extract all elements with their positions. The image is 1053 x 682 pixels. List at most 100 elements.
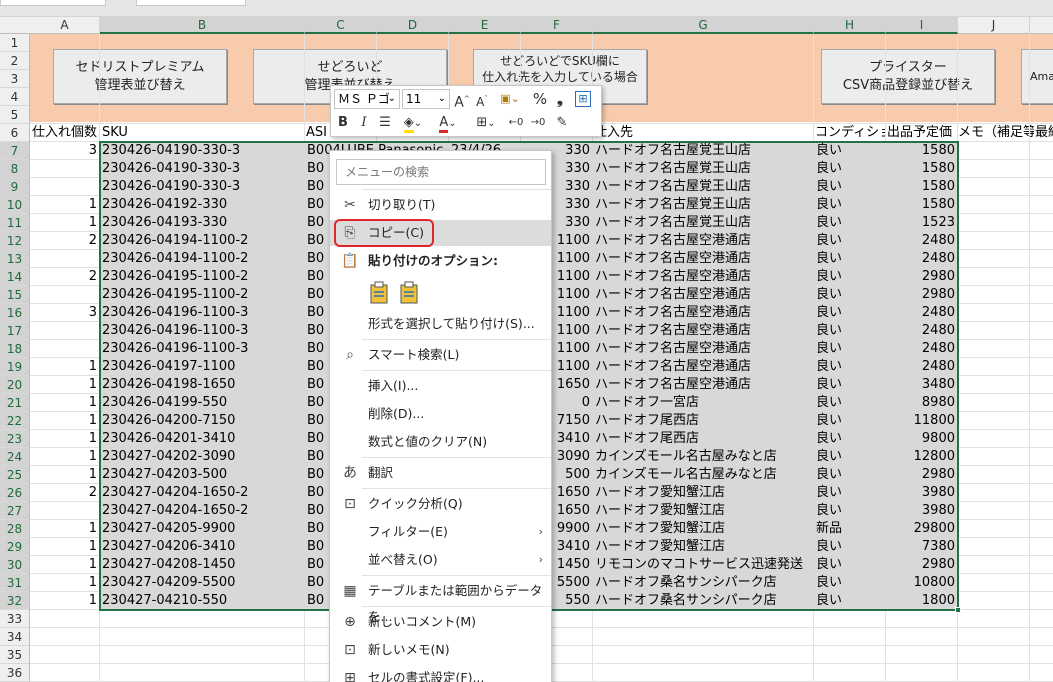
cell-list-price[interactable]: 10800 [886, 574, 958, 592]
cell-list-price[interactable]: 1580 [886, 196, 958, 214]
menu-smart-lookup[interactable]: ⌕ スマート検索(L) [330, 342, 551, 368]
macro-button-pricester[interactable]: プライスター CSV商品登録並び替え [821, 49, 995, 104]
cell-sku[interactable]: 230426-04198-1650 [100, 376, 305, 394]
cell-supplier[interactable]: ハードオフ桑名サンシパーク店 [593, 574, 814, 592]
cell-list-price[interactable]: 29800 [886, 520, 958, 538]
row-header[interactable]: 3 [0, 70, 29, 88]
cell-quantity[interactable]: 1 [30, 430, 100, 448]
cell-list-price[interactable]: 2480 [886, 340, 958, 358]
cell-quantity[interactable] [30, 160, 100, 178]
row-header[interactable]: 15 [0, 286, 29, 304]
cell-sku[interactable]: 230426-04199-550 [100, 394, 305, 412]
cell-supplier[interactable]: ハードオフ愛知蟹江店 [593, 520, 814, 538]
header-cell-sku[interactable]: SKU [102, 124, 302, 142]
cell-quantity[interactable]: 1 [30, 376, 100, 394]
align-center-icon[interactable]: ☰ [376, 113, 394, 133]
cell-list-price[interactable]: 2980 [886, 268, 958, 286]
cell-list-price[interactable]: 2480 [886, 250, 958, 268]
row-header[interactable]: 16 [0, 304, 29, 322]
row-header[interactable]: 4 [0, 88, 29, 106]
row-header[interactable]: 25 [0, 466, 29, 484]
cell-sku[interactable]: 230426-04193-330 [100, 214, 305, 232]
row-header[interactable]: 21 [0, 394, 29, 412]
header-cell-quantity[interactable]: 仕入れ個数 [32, 124, 100, 142]
paste-values-icon[interactable] [398, 281, 420, 305]
cell-sku[interactable]: 230426-04196-1100-3 [100, 340, 305, 358]
cell-condition[interactable]: 良い [814, 412, 886, 430]
row-header[interactable]: 2 [0, 52, 29, 70]
font-name-combo[interactable]: ＭＳ Ｐゴ ⌄ [334, 89, 400, 109]
italic-button[interactable]: I [355, 113, 373, 133]
cell-sku[interactable]: 230427-04206-3410 [100, 538, 305, 556]
cell-supplier[interactable]: ハードオフ名古屋空港通店 [593, 286, 814, 304]
decrease-decimal-icon[interactable]: →0 [529, 113, 547, 133]
menu-format-cells[interactable]: ⊞ セルの書式設定(F)... [330, 665, 551, 682]
row-header[interactable]: 18 [0, 340, 29, 358]
cell-condition[interactable]: 良い [814, 322, 886, 340]
row-header[interactable]: 9 [0, 178, 29, 196]
row-header[interactable]: 19 [0, 358, 29, 376]
cell-quantity[interactable] [30, 322, 100, 340]
cell-condition[interactable]: 良い [814, 574, 886, 592]
header-cell-condition[interactable]: コンディション [815, 124, 885, 142]
bold-button[interactable]: B [334, 113, 352, 133]
fill-color-icon[interactable]: ◈⌄ [397, 113, 429, 133]
cell-list-price[interactable]: 7380 [886, 538, 958, 556]
cell-supplier[interactable]: ハードオフ愛知蟹江店 [593, 538, 814, 556]
cell-sku[interactable]: 230426-04192-330 [100, 196, 305, 214]
row-header[interactable]: 5 [0, 106, 29, 124]
cell-condition[interactable]: 良い [814, 196, 886, 214]
cell-supplier[interactable]: ハードオフ名古屋空港通店 [593, 358, 814, 376]
comma-style-icon[interactable]: ❟ [551, 89, 569, 109]
column-header-j[interactable]: J [958, 17, 1030, 34]
cell-condition[interactable]: 良い [814, 178, 886, 196]
cell-condition[interactable]: 良い [814, 448, 886, 466]
macro-button-sedolist[interactable]: セドリストプレミアム 管理表並び替え [53, 49, 227, 104]
cell-list-price[interactable]: 9800 [886, 430, 958, 448]
cell-quantity[interactable]: 2 [30, 484, 100, 502]
cell-quantity[interactable]: 3 [30, 142, 100, 160]
column-header-b[interactable]: B [100, 17, 305, 34]
cell-supplier[interactable]: ハードオフ桑名サンシパーク店 [593, 592, 814, 610]
row-header[interactable]: 27 [0, 502, 29, 520]
row-header[interactable]: 17 [0, 322, 29, 340]
row-header[interactable]: 11 [0, 214, 29, 232]
cell-condition[interactable]: 良い [814, 160, 886, 178]
cell-sku[interactable]: 230426-04195-1100-2 [100, 286, 305, 304]
menu-paste-special[interactable]: 形式を選択して貼り付け(S)... [330, 311, 551, 337]
cell-list-price[interactable]: 2980 [886, 286, 958, 304]
cell-supplier[interactable]: カインズモール名古屋みなと店 [593, 466, 814, 484]
cell-supplier[interactable]: ハードオフ名古屋覚王山店 [593, 142, 814, 160]
menu-quick-analysis[interactable]: ⊡ クイック分析(Q) [330, 491, 551, 517]
menu-translate[interactable]: あ翻訳 [330, 460, 551, 486]
cell-condition[interactable]: 良い [814, 430, 886, 448]
cell-supplier[interactable]: ハードオフ尾西店 [593, 412, 814, 430]
format-painter-icon[interactable]: ✎ [553, 113, 571, 133]
row-header[interactable]: 33 [0, 610, 29, 628]
decrease-font-icon[interactable]: Aˇ [473, 89, 491, 109]
cell-sku[interactable]: 230427-04209-5500 [100, 574, 305, 592]
cell-sku[interactable]: 230426-04196-1100-3 [100, 322, 305, 340]
cell-condition[interactable]: 新品 [814, 520, 886, 538]
column-header-k[interactable] [1030, 17, 1053, 34]
cell-supplier[interactable]: ハードオフ名古屋空港通店 [593, 376, 814, 394]
cell-list-price[interactable]: 3980 [886, 484, 958, 502]
cell-quantity[interactable]: 1 [30, 448, 100, 466]
cell-supplier[interactable]: ハードオフ愛知蟹江店 [593, 484, 814, 502]
row-header[interactable]: 14 [0, 268, 29, 286]
cell-condition[interactable]: 良い [814, 268, 886, 286]
cell-sku[interactable]: 230426-04190-330-3 [100, 142, 305, 160]
row-header[interactable]: 8 [0, 160, 29, 178]
cell-supplier[interactable]: ハードオフ名古屋空港通店 [593, 322, 814, 340]
column-header-i[interactable]: I [886, 17, 958, 34]
cell-quantity[interactable]: 1 [30, 358, 100, 376]
borders-icon[interactable]: ⊞⌄ [471, 113, 501, 133]
cell-quantity[interactable] [30, 502, 100, 520]
cell-quantity[interactable] [30, 178, 100, 196]
cell-list-price[interactable]: 11800 [886, 412, 958, 430]
cell-supplier[interactable]: リモコンのマコトサービス迅速発送 [593, 556, 814, 574]
cell-sku[interactable]: 230426-04201-3410 [100, 430, 305, 448]
cell-supplier[interactable]: ハードオフ一宮店 [593, 394, 814, 412]
row-header[interactable]: 34 [0, 628, 29, 646]
cell-quantity[interactable] [30, 286, 100, 304]
